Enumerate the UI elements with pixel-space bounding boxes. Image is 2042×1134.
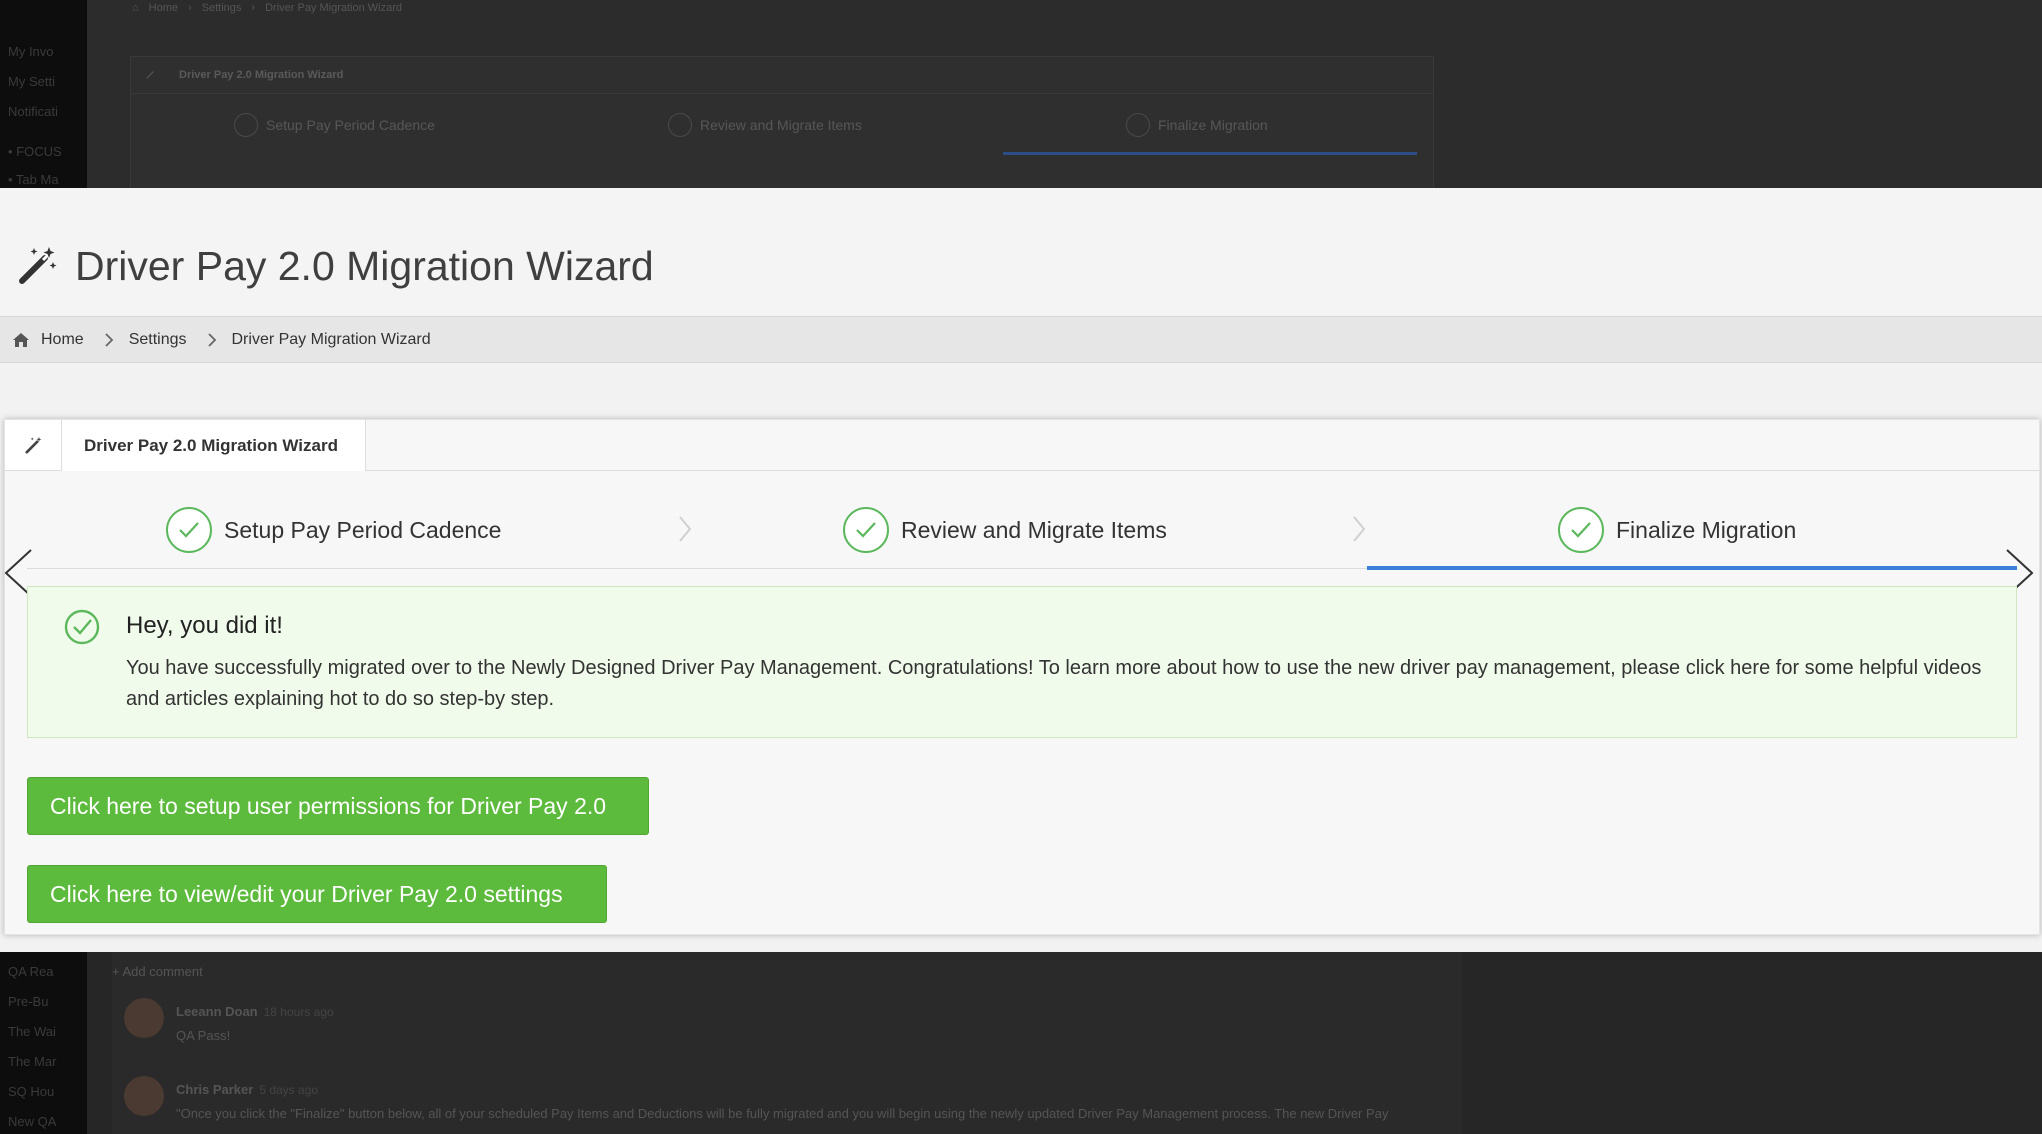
active-step-indicator bbox=[1367, 566, 2017, 570]
background-sidebar-item: • Tab Ma bbox=[8, 172, 59, 187]
setup-permissions-button[interactable]: Click here to setup user permissions for… bbox=[27, 777, 649, 835]
background-breadcrumb-item: Driver Pay Migration Wizard bbox=[265, 2, 403, 14]
breadcrumb-item-current: Driver Pay Migration Wizard bbox=[231, 330, 431, 348]
step-label: Finalize Migration bbox=[1616, 516, 1797, 543]
background-avatar bbox=[124, 998, 164, 1038]
background-step: Review and Migrate Items bbox=[668, 113, 862, 137]
background-breadcrumb: ⌂ Home › Settings › Driver Pay Migration… bbox=[132, 2, 403, 14]
background-sidebar-item: The Wai bbox=[8, 1024, 56, 1039]
background-sidebar-item: QA Rea bbox=[8, 964, 54, 979]
check-circle-icon bbox=[1558, 507, 1604, 553]
success-message: You have successfully migrated over to t… bbox=[126, 657, 1982, 710]
edit-settings-button[interactable]: Click here to view/edit your Driver Pay … bbox=[27, 865, 607, 923]
background-comment-text: QA Pass! bbox=[176, 1028, 231, 1043]
background-sidebar-item: My Invo bbox=[8, 44, 54, 59]
background-comment-text: "Once you click the "Finalize" button be… bbox=[176, 1106, 1389, 1121]
background-page-top: My Invo My Setti Notificati • FOCUS • Ta… bbox=[0, 0, 2042, 190]
page-title: Driver Pay 2.0 Migration Wizard bbox=[75, 243, 654, 289]
wizard-card-header: Driver Pay 2.0 Migration Wizard bbox=[5, 420, 2039, 471]
breadcrumb-item-home[interactable]: Home bbox=[41, 331, 84, 349]
background-avatar bbox=[124, 1076, 164, 1116]
background-add-comment: + Add comment bbox=[112, 964, 203, 979]
wizard-header-icon-cell bbox=[5, 420, 62, 470]
background-sidebar-item: SQ Hou bbox=[8, 1084, 55, 1099]
background-comment-author: Leeann Doan 18 hours ago bbox=[176, 1004, 334, 1019]
background-sidebar-item: New QA bbox=[8, 1114, 57, 1129]
background-breadcrumb-item: Home bbox=[148, 2, 178, 14]
magic-wand-icon bbox=[19, 247, 57, 284]
wizard-card: Driver Pay 2.0 Migration Wizard Setup Pa… bbox=[4, 419, 2040, 935]
breadcrumb-item-settings[interactable]: Settings bbox=[129, 331, 187, 349]
check-circle-icon bbox=[843, 507, 889, 553]
success-alert: Hey, you did it! You have successfully m… bbox=[27, 586, 2017, 738]
wizard-page: Driver Pay 2.0 Migration Wizard Home Set… bbox=[0, 188, 2042, 952]
chevron-right-icon bbox=[207, 332, 216, 347]
background-step: Setup Pay Period Cadence bbox=[234, 113, 435, 137]
background-sidebar: My Invo My Setti Notificati • FOCUS • Ta… bbox=[0, 0, 87, 188]
background-sidebar-item: The Mar bbox=[8, 1054, 57, 1069]
background-home-icon: ⌂ bbox=[132, 2, 139, 14]
step-setup-pay-period-cadence[interactable]: Setup Pay Period Cadence bbox=[166, 506, 501, 554]
background-sidebar-item: My Setti bbox=[8, 74, 55, 89]
background-card-header: Driver Pay 2.0 Migration Wizard bbox=[131, 57, 1433, 94]
background-sidebar: QA Rea Pre-Bu The Wai The Mar SQ Hou New… bbox=[0, 952, 87, 1134]
step-label: Setup Pay Period Cadence bbox=[224, 516, 502, 543]
background-sidebar-item: • FOCUS bbox=[8, 144, 62, 159]
magic-wand-icon bbox=[25, 436, 42, 454]
step-label: Review and Migrate Items bbox=[901, 516, 1167, 543]
chevron-right-icon bbox=[679, 516, 692, 542]
success-title: Hey, you did it! bbox=[126, 612, 283, 639]
check-circle-icon bbox=[166, 507, 212, 553]
background-sidebar-item: Notificati bbox=[8, 104, 58, 119]
step-review-and-migrate-items[interactable]: Review and Migrate Items bbox=[843, 506, 1167, 554]
background-step-underline bbox=[1003, 152, 1417, 155]
background-card-title: Driver Pay 2.0 Migration Wizard bbox=[179, 69, 344, 81]
wizard-title: Driver Pay 2.0 Migration Wizard bbox=[84, 436, 338, 455]
chevron-right-icon bbox=[105, 332, 113, 347]
chevron-right-icon bbox=[1353, 516, 1366, 542]
page-header: Driver Pay 2.0 Migration Wizard bbox=[0, 188, 2042, 316]
background-comment-author: Chris Parker 5 days ago bbox=[176, 1082, 319, 1097]
home-icon bbox=[13, 332, 29, 347]
background-step: Finalize Migration bbox=[1126, 113, 1268, 137]
breadcrumb: Home Settings Driver Pay Migration Wizar… bbox=[0, 316, 2042, 363]
background-page-bottom: QA Rea Pre-Bu The Wai The Mar SQ Hou New… bbox=[0, 952, 2042, 1134]
background-magic-wand-icon bbox=[146, 71, 154, 79]
background-sidebar-item: Pre-Bu bbox=[8, 994, 49, 1009]
step-finalize-migration[interactable]: Finalize Migration bbox=[1558, 506, 1796, 554]
wizard-title-tab[interactable]: Driver Pay 2.0 Migration Wizard bbox=[62, 420, 366, 471]
background-breadcrumb-item: Settings bbox=[201, 2, 242, 14]
check-circle-icon bbox=[64, 609, 100, 645]
